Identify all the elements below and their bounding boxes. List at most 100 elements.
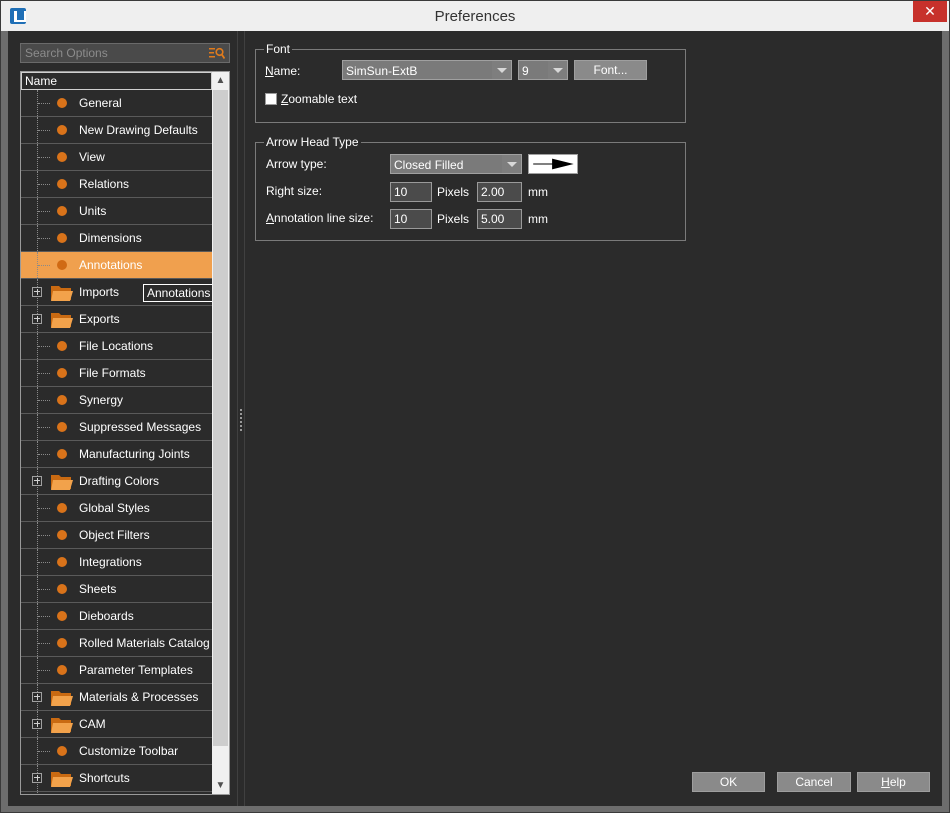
tree-connector <box>38 643 50 644</box>
right-size-pixels-unit: Pixels <box>437 185 470 199</box>
font-size-select[interactable]: 9 <box>518 60 568 80</box>
bullet-dot-icon <box>57 368 67 378</box>
bullet-dot-icon <box>57 233 67 243</box>
tree-connector <box>38 130 50 131</box>
splitter-grip-icon[interactable] <box>240 409 242 431</box>
tree-connector <box>37 603 38 631</box>
tree-item[interactable]: Synergy <box>21 387 212 415</box>
font-button[interactable]: Font... <box>574 60 647 80</box>
annotation-line-mm-input[interactable]: 5.00 <box>477 209 522 229</box>
title-bar[interactable]: Preferences ✕ <box>1 1 949 31</box>
bullet-dot-icon <box>57 206 67 216</box>
bullet-dot-icon <box>57 179 67 189</box>
tree-item-label: Imports <box>79 285 120 299</box>
right-size-label: Right size: <box>266 184 323 198</box>
zoomable-text-label[interactable]: Zoomable text <box>281 92 357 106</box>
tree-item[interactable]: Parameter Templates <box>21 657 212 685</box>
tree-item[interactable]: Drafting Colors <box>21 468 212 496</box>
tree-item[interactable]: Suppressed Messages <box>21 414 212 442</box>
help-mnemonic: H <box>881 775 890 789</box>
scroll-down-icon[interactable]: ▼ <box>212 777 229 794</box>
expand-plus-icon[interactable] <box>32 476 42 486</box>
tree-column-header[interactable]: Name <box>21 72 212 90</box>
expand-plus-icon[interactable] <box>32 719 42 729</box>
arrow-type-select[interactable]: Closed Filled <box>390 154 522 174</box>
bullet-dot-icon <box>57 665 67 675</box>
scroll-thumb[interactable] <box>213 90 228 746</box>
tree-item[interactable]: Rolled Materials Catalog <box>21 630 212 658</box>
close-button[interactable]: ✕ <box>913 1 947 22</box>
zoomable-text-checkbox[interactable] <box>265 93 277 105</box>
bullet-dot-icon <box>57 611 67 621</box>
help-button[interactable]: Help <box>857 772 930 792</box>
tree-item[interactable]: Shortcuts <box>21 765 212 793</box>
folder-icon <box>51 718 73 733</box>
tree-item-label: Units <box>79 204 107 218</box>
right-size-mm-input[interactable]: 2.00 <box>477 182 522 202</box>
tree-connector <box>38 562 50 563</box>
tree-item[interactable]: General <box>21 90 212 118</box>
tree-item[interactable]: View <box>21 144 212 172</box>
annotation-line-pixels-unit: Pixels <box>437 212 470 226</box>
tree-connector <box>37 225 38 253</box>
tree-connector <box>37 90 38 118</box>
tree-item[interactable]: File Formats <box>21 360 212 388</box>
font-name-select[interactable]: SimSun-ExtB <box>342 60 512 80</box>
tree-item[interactable]: Materials & Processes <box>21 684 212 712</box>
tree-item[interactable]: Units <box>21 198 212 226</box>
font-name-label-text: ame: <box>273 64 301 78</box>
expand-plus-icon[interactable] <box>32 773 42 783</box>
tree-item[interactable]: Dieboards <box>21 603 212 631</box>
scroll-up-icon[interactable]: ▲ <box>212 72 229 89</box>
tree-item[interactable]: Annotations <box>21 252 212 280</box>
chevron-down-icon[interactable] <box>548 61 567 79</box>
tree-item[interactable]: Sheets <box>21 576 212 604</box>
chevron-down-icon[interactable] <box>502 155 521 173</box>
expand-plus-icon[interactable] <box>32 314 42 324</box>
right-size-mm-unit: mm <box>528 185 548 199</box>
tree-item[interactable]: File Locations <box>21 333 212 361</box>
cancel-button[interactable]: Cancel <box>777 772 851 792</box>
search-icon[interactable] <box>209 46 225 60</box>
expand-plus-icon[interactable] <box>32 287 42 297</box>
tree-item[interactable]: Manufacturing Joints <box>21 441 212 469</box>
tree-item-label: Suppressed Messages <box>79 420 202 434</box>
panel-splitter[interactable] <box>237 31 245 806</box>
tree-connector <box>38 535 50 536</box>
tree-item[interactable]: Dimensions <box>21 225 212 253</box>
search-input[interactable] <box>21 44 206 62</box>
tree-rows: General New Drawing Defaults View Relations… <box>21 90 215 794</box>
tooltip: Annotations <box>143 284 215 302</box>
bullet-dot-icon <box>57 341 67 351</box>
tree-item[interactable]: Imports Annotations <box>21 279 215 307</box>
tree-item[interactable]: CAM <box>21 711 212 739</box>
tree-item[interactable]: Object Filters <box>21 522 212 550</box>
tree-item[interactable]: New Drawing Defaults <box>21 117 212 145</box>
chevron-down-icon[interactable] <box>492 61 511 79</box>
tree-connector <box>38 508 50 509</box>
tree-item[interactable]: Customize Toolbar <box>21 738 212 766</box>
tree-item[interactable]: Exports <box>21 306 212 334</box>
annotation-line-pixels-input[interactable]: 10 <box>390 209 432 229</box>
tree-item[interactable]: Global Styles <box>21 495 212 523</box>
folder-icon <box>51 691 73 706</box>
tree-connector <box>37 738 38 766</box>
tree-scrollbar[interactable]: ▲ ▼ <box>212 72 229 794</box>
bullet-dot-icon <box>57 584 67 594</box>
tree-item[interactable]: Relations <box>21 171 212 199</box>
bullet-dot-icon <box>57 152 67 162</box>
ok-button[interactable]: OK <box>692 772 765 792</box>
tree-item-label: Relations <box>79 177 130 191</box>
tree-item-label: View <box>79 150 105 164</box>
right-size-pixels-input[interactable]: 10 <box>390 182 432 202</box>
expand-plus-icon[interactable] <box>32 692 42 702</box>
bullet-dot-icon <box>57 449 67 459</box>
window-title: Preferences <box>434 8 516 25</box>
tree-connector <box>38 427 50 428</box>
annotation-line-text: nnotation line size: <box>274 211 374 225</box>
tree-item-label: Integrations <box>79 555 142 569</box>
tree-item[interactable]: Integrations <box>21 549 212 577</box>
bullet-dot-icon <box>57 98 67 108</box>
bullet-dot-icon <box>57 503 67 513</box>
tree-connector <box>37 198 38 226</box>
